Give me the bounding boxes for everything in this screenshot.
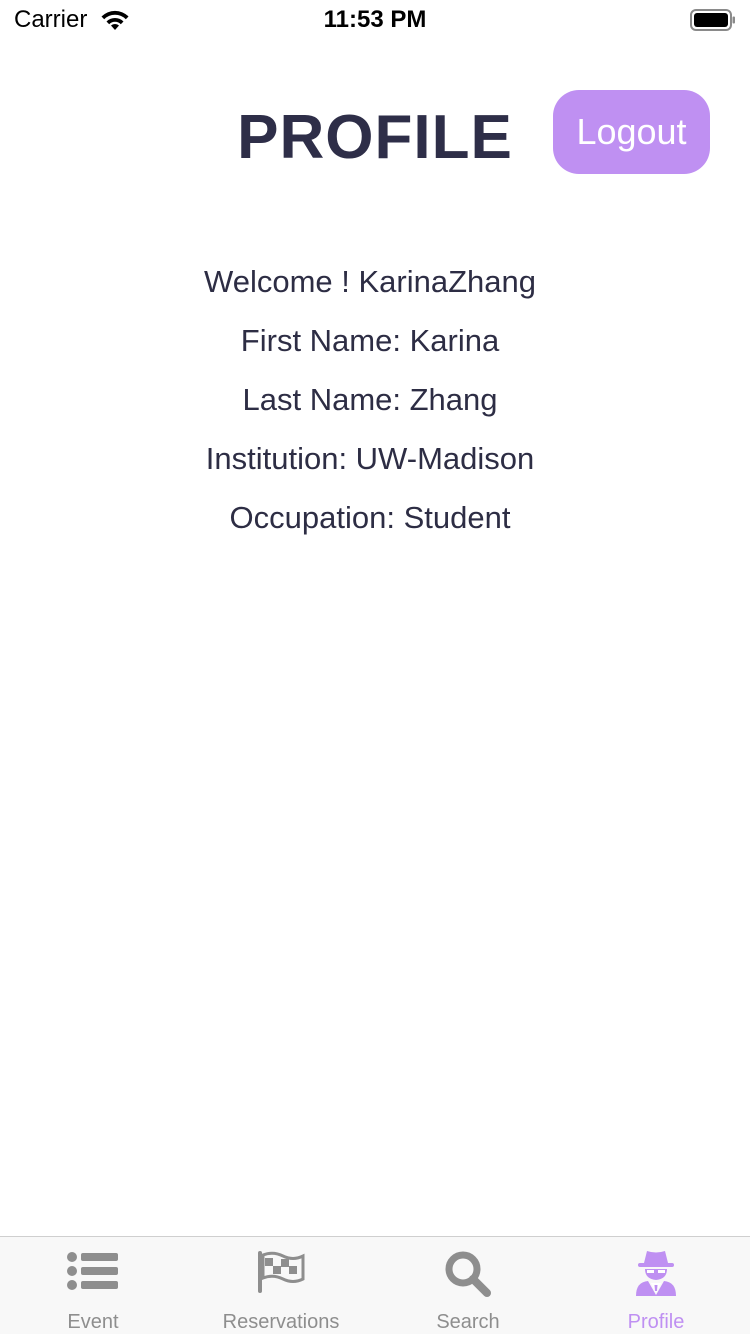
logout-button[interactable]: Logout	[553, 90, 710, 174]
user-secret-icon	[636, 1251, 676, 1296]
occupation-text: Occupation: Student	[229, 500, 511, 535]
tab-label: Search	[436, 1311, 500, 1333]
welcome-text: Welcome ! KarinaZhang	[204, 264, 536, 299]
tab-bar: Event Reservations Search Profile	[0, 1236, 750, 1334]
tab-event[interactable]: Event	[3, 1237, 183, 1334]
first-name-text: First Name: Karina	[240, 323, 500, 358]
flag-icon	[258, 1251, 305, 1293]
last-name-text: Last Name: Zhang	[242, 382, 498, 417]
clock: 11:53 PM	[323, 6, 427, 33]
institution-text: Institution: UW-Madison	[205, 441, 535, 476]
search-icon	[445, 1251, 491, 1297]
profile-screen: Carrier 11:53 PM PROFILE Logout Welcome …	[0, 0, 750, 1334]
tab-label: Event	[67, 1311, 119, 1333]
tab-search[interactable]: Search	[378, 1237, 558, 1334]
tab-label: Profile	[627, 1311, 685, 1333]
status-bar: Carrier 11:53 PM	[0, 0, 750, 40]
tab-reservations[interactable]: Reservations	[191, 1237, 371, 1334]
list-icon	[67, 1252, 118, 1290]
tab-label: Reservations	[222, 1311, 340, 1333]
tab-profile[interactable]: Profile	[566, 1237, 746, 1334]
battery-icon	[690, 9, 735, 31]
